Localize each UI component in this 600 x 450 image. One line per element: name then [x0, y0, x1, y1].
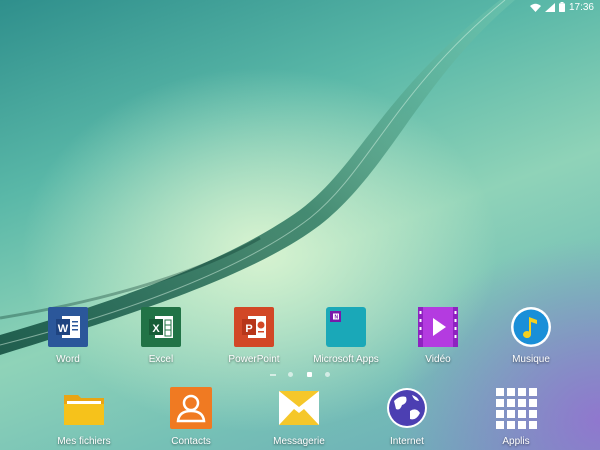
app-label: Word — [56, 354, 80, 365]
svg-text:W: W — [58, 323, 69, 335]
microsoft-apps-folder-icon: N — [326, 307, 366, 347]
page-indicator — [0, 372, 600, 378]
page-dot-3[interactable] — [325, 372, 330, 377]
app-excel[interactable]: X Excel — [111, 307, 211, 365]
app-label: Contacts — [171, 436, 211, 447]
music-icon — [511, 307, 551, 347]
svg-text:N: N — [335, 315, 339, 321]
dock-app-apps[interactable]: Applis — [466, 387, 566, 447]
folder-icon — [63, 387, 105, 429]
video-icon — [418, 307, 458, 347]
app-label: Musique — [512, 354, 550, 365]
app-label: Microsoft Apps — [313, 354, 379, 365]
page-dot-2[interactable] — [307, 372, 312, 377]
messaging-icon — [278, 387, 320, 429]
app-label: Applis — [502, 436, 530, 447]
home-screen-indicator[interactable] — [270, 374, 276, 376]
signal-icon — [544, 2, 555, 12]
app-label: Messagerie — [273, 436, 325, 447]
app-word[interactable]: W Word — [18, 307, 118, 365]
wifi-icon — [529, 3, 541, 12]
app-music[interactable]: Musique — [481, 307, 581, 365]
dock-app-my-files[interactable]: Mes fichiers — [34, 387, 134, 447]
app-label: Mes fichiers — [57, 436, 111, 447]
app-label: PowerPoint — [228, 354, 280, 365]
app-label: Internet — [390, 436, 424, 447]
app-video[interactable]: Vidéo — [388, 307, 488, 365]
internet-globe-icon — [386, 387, 428, 429]
powerpoint-icon: P — [234, 307, 274, 347]
page-dot-1[interactable] — [288, 372, 293, 377]
wallpaper — [0, 0, 515, 355]
clock: 17:36 — [568, 1, 594, 13]
dock-app-internet[interactable]: Internet — [357, 387, 457, 447]
dock-app-contacts[interactable]: Contacts — [141, 387, 241, 447]
battery-icon — [558, 2, 565, 12]
app-powerpoint[interactable]: P PowerPoint — [204, 307, 304, 365]
apps-grid-icon — [495, 387, 537, 429]
svg-text:P: P — [245, 323, 252, 335]
excel-icon: X — [141, 307, 181, 347]
svg-text:X: X — [152, 323, 160, 335]
app-label: Excel — [148, 354, 174, 365]
status-bar: 17:36 — [529, 0, 600, 14]
contacts-icon — [170, 387, 212, 429]
app-microsoft-apps-folder[interactable]: N Microsoft Apps — [296, 307, 396, 365]
word-icon: W — [48, 307, 88, 347]
dock-app-messaging[interactable]: Messagerie — [249, 387, 349, 447]
app-label: Vidéo — [425, 354, 451, 365]
